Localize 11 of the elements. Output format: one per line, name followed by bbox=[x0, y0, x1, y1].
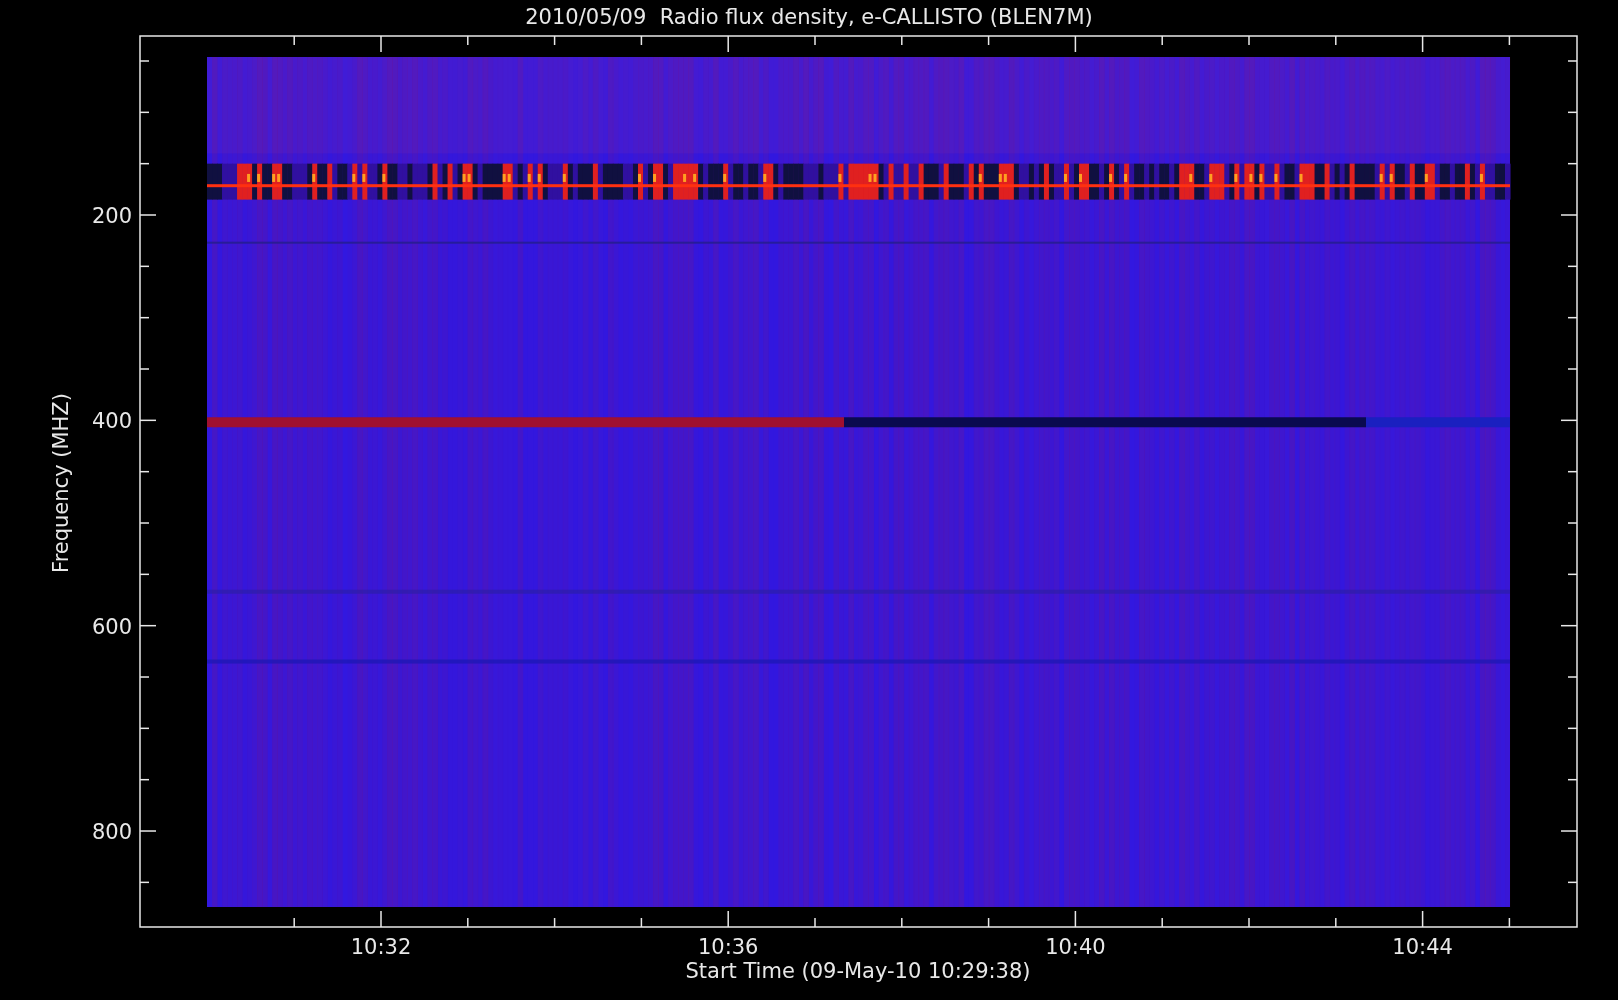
x-tick-label: 10:44 bbox=[1392, 935, 1453, 959]
y-tick-label: 600 bbox=[91, 614, 132, 639]
x-axis-label: Start Time (09-May-10 10:29:38) bbox=[685, 959, 1031, 983]
x-tick-label: 10:36 bbox=[697, 935, 759, 959]
y-tick-label: 200 bbox=[91, 204, 132, 228]
plot-title: 2010/05/09 Radio flux density, e-CALLISTO (BLEN7M) bbox=[525, 5, 1093, 29]
x-tick-label: 10:40 bbox=[1045, 935, 1106, 959]
x-tick-label: 10:32 bbox=[350, 935, 412, 959]
y-tick-label: 400 bbox=[91, 409, 132, 434]
y-axis-label: Frequency (MHZ) bbox=[49, 393, 73, 573]
y-tick-label: 800 bbox=[91, 820, 132, 844]
